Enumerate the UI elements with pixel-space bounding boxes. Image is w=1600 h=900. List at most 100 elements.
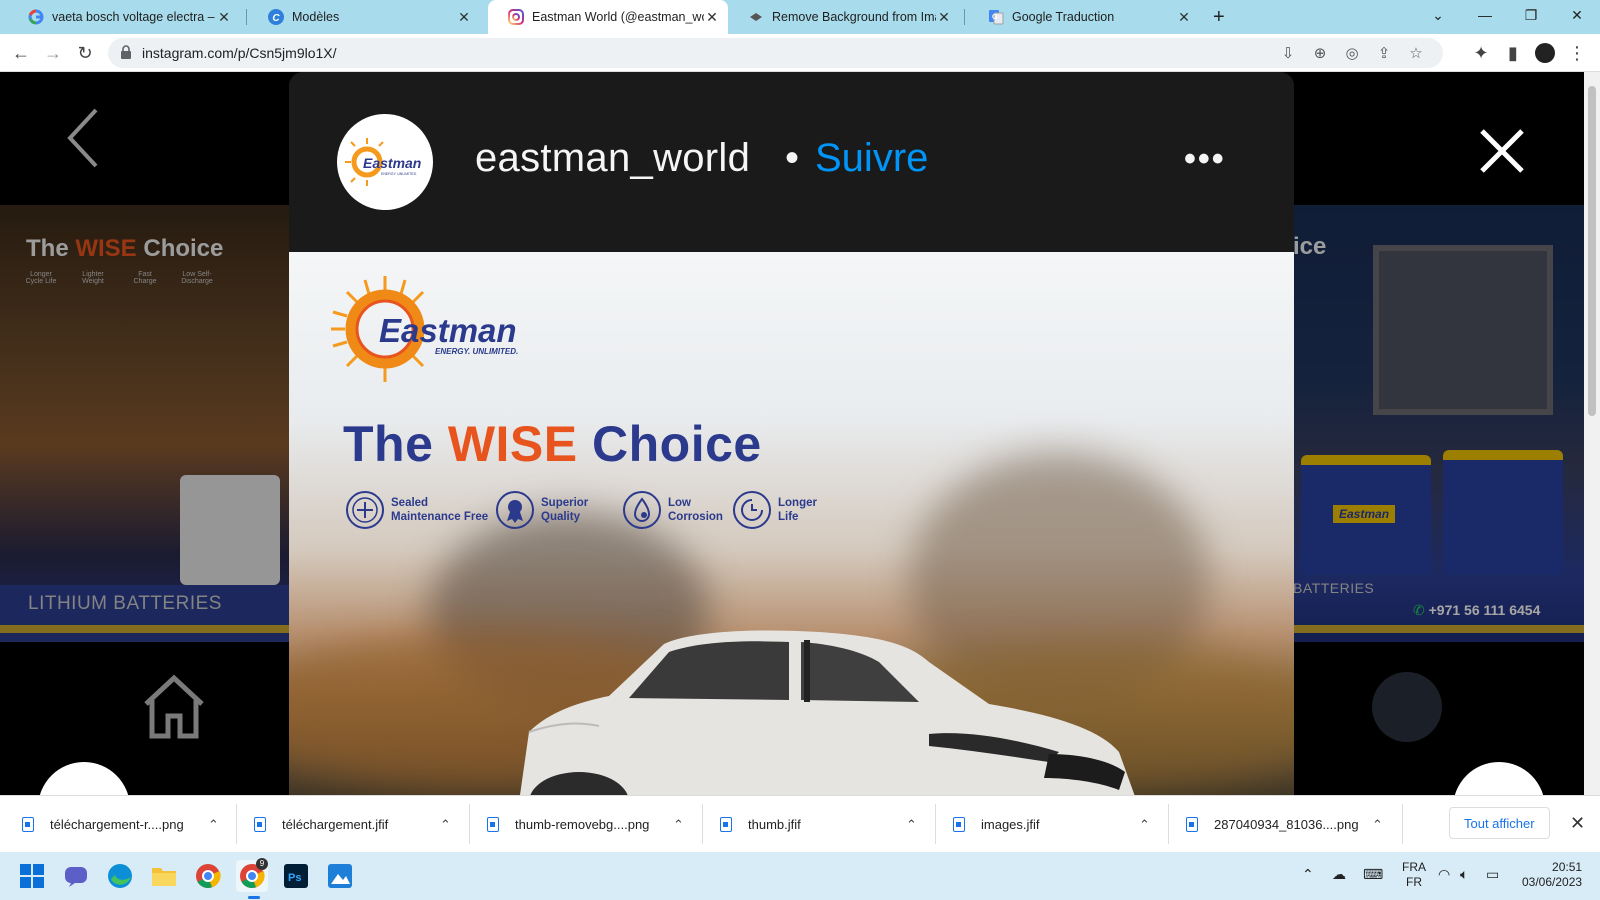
feature-quality: Superior Quality (495, 490, 622, 530)
windows-start-icon[interactable] (16, 860, 48, 892)
restore-icon[interactable]: ❐ (1508, 0, 1554, 30)
chrome-profile-icon[interactable]: 9 (236, 858, 268, 892)
quality-badge-icon (496, 491, 534, 529)
tab-separator (246, 9, 247, 25)
forward-icon[interactable]: → (40, 40, 66, 66)
download-item[interactable]: téléchargement.jfif ⌃ (254, 796, 464, 853)
file-icon (720, 817, 732, 832)
close-modal-icon[interactable] (1478, 127, 1526, 175)
share-icon[interactable]: ⇪ (1374, 43, 1394, 63)
back-icon[interactable]: ← (8, 40, 34, 66)
clock[interactable]: 20:51 03/06/2023 (1522, 860, 1582, 890)
menu-icon[interactable]: ⋮ (1564, 40, 1590, 66)
teams-chat-icon[interactable] (60, 860, 92, 892)
page-scrollbar[interactable] (1584, 72, 1600, 795)
bookmark-star-icon[interactable]: ☆ (1406, 43, 1426, 63)
close-tab-icon[interactable]: ✕ (704, 9, 720, 26)
close-tab-icon[interactable]: ✕ (456, 9, 472, 26)
close-window-icon[interactable]: ✕ (1554, 0, 1600, 30)
download-item[interactable]: thumb-removebg....png ⌃ (487, 796, 697, 853)
svg-text:C: C (272, 13, 280, 24)
chevron-up-icon[interactable]: ⌃ (1139, 817, 1150, 833)
tab-title: Eastman World (@eastman_world (532, 10, 704, 24)
chevron-up-icon[interactable]: ⌃ (906, 817, 917, 833)
tab-google-search[interactable]: vaeta bosch voltage electra – Rec ✕ (8, 0, 240, 34)
install-icon[interactable]: ⇩ (1278, 43, 1298, 63)
volume-icon[interactable]: 🔈︎ (1460, 866, 1468, 883)
active-app-indicator (248, 896, 260, 899)
tab-eastman-instagram[interactable]: Eastman World (@eastman_world ✕ (488, 0, 728, 34)
photoshop-icon[interactable]: Ps (280, 860, 312, 892)
download-filename: images.jfif (981, 817, 1040, 832)
background-post-right[interactable]: ice Eastman BATTERIES ✆ +971 56 111 6454 (1293, 205, 1584, 642)
tab-title: Remove Background from Image (772, 10, 936, 24)
language-indicator[interactable]: FRA FR (1402, 860, 1426, 890)
tab-modeles[interactable]: C Modèles ✕ (248, 0, 480, 34)
profile-avatar[interactable]: Eastman ENERGY. UNLIMITED. (337, 114, 433, 210)
low-corrosion-icon (623, 491, 661, 529)
background-post-left[interactable]: The WISE Choice Longer Cycle Life Lighte… (0, 205, 290, 642)
tab-search-icon[interactable]: ⌄ (1415, 0, 1461, 30)
file-explorer-icon[interactable] (148, 860, 180, 892)
tab-strip: vaeta bosch voltage electra – Rec ✕ C Mo… (0, 0, 1600, 34)
follow-button[interactable]: Suivre (815, 136, 928, 181)
photos-app-icon[interactable] (324, 860, 356, 892)
more-options-icon[interactable]: ••• (1184, 140, 1226, 179)
show-all-downloads-button[interactable]: Tout afficher (1449, 807, 1550, 839)
scrollbar-thumb[interactable] (1588, 86, 1596, 416)
new-tab-button[interactable]: + (1213, 6, 1225, 29)
profile-avatar[interactable] (1532, 40, 1558, 66)
file-icon (953, 817, 965, 832)
chevron-up-icon[interactable]: ⌃ (673, 817, 684, 833)
post-image[interactable]: Eastman ENERGY. UNLIMITED. The WISE Choi… (289, 252, 1294, 795)
onedrive-icon[interactable]: ☁ (1332, 866, 1346, 883)
file-icon (254, 817, 266, 832)
previous-post-icon[interactable] (64, 106, 104, 170)
download-item[interactable]: thumb.jfif ⌃ (720, 796, 930, 853)
extensions-icon[interactable]: ✦ (1468, 40, 1494, 66)
keyboard-icon[interactable]: ⌨ (1363, 866, 1383, 883)
google-translate-icon: G (988, 9, 1004, 25)
post-headline: The WISE Choice (343, 416, 762, 472)
home-icon[interactable] (140, 672, 208, 740)
zoom-icon[interactable]: ⊕ (1310, 43, 1330, 63)
chrome-icon[interactable] (192, 860, 224, 892)
close-download-bar-icon[interactable]: ✕ (1570, 813, 1585, 834)
close-tab-icon[interactable]: ✕ (1176, 9, 1192, 26)
download-item[interactable]: téléchargement-r....png ⌃ (22, 796, 232, 853)
feature-sealed: Sealed Maintenance Free (345, 490, 495, 530)
tab-google-translate[interactable]: G Google Traduction ✕ (968, 0, 1200, 34)
svg-text:G: G (992, 14, 998, 21)
instagram-icon (508, 9, 524, 25)
close-tab-icon[interactable]: ✕ (936, 9, 952, 26)
download-filename: thumb.jfif (748, 817, 801, 832)
download-item[interactable]: images.jfif ⌃ (953, 796, 1163, 853)
close-tab-icon[interactable]: ✕ (216, 9, 232, 26)
reload-icon[interactable]: ↻ (72, 40, 98, 66)
battery-icon[interactable]: ▭ (1486, 866, 1499, 883)
side-panel-icon[interactable]: ▮ (1500, 40, 1526, 66)
dim-overlay (0, 205, 290, 642)
tab-title: vaeta bosch voltage electra – Rec (52, 10, 216, 24)
wifi-icon[interactable]: ◠ (1438, 866, 1450, 883)
download-item[interactable]: 287040934_81036....png ⌃ (1186, 796, 1396, 853)
post-modal: Eastman ENERGY. UNLIMITED. eastman_world… (289, 72, 1294, 795)
post-username[interactable]: eastman_world (475, 136, 750, 181)
svg-text:ENERGY. UNLIMITED.: ENERGY. UNLIMITED. (381, 172, 417, 176)
chevron-up-icon[interactable]: ⌃ (1372, 817, 1383, 833)
chevron-up-icon[interactable]: ⌃ (440, 817, 451, 833)
feature-longer-life: Longer Life (732, 490, 842, 530)
edge-icon[interactable] (104, 860, 136, 892)
download-filename: téléchargement-r....png (50, 817, 184, 832)
chevron-up-icon[interactable]: ⌃ (208, 817, 219, 833)
background-avatar (1372, 672, 1442, 742)
maintenance-free-icon (346, 491, 384, 529)
minimize-icon[interactable]: — (1462, 0, 1508, 30)
chevron-up-icon[interactable]: ⌃ (1302, 866, 1314, 883)
download-filename: téléchargement.jfif (282, 817, 389, 832)
address-bar[interactable]: instagram.com/p/Csn5jm9lo1X/ ⇩ ⊕ ◎ ⇪ ☆ (108, 38, 1443, 68)
tracking-protection-icon[interactable]: ◎ (1342, 43, 1362, 63)
tab-remove-background[interactable]: Remove Background from Image ✕ (728, 0, 960, 34)
google-icon (28, 9, 44, 25)
svg-text:Eastman: Eastman (363, 155, 421, 171)
